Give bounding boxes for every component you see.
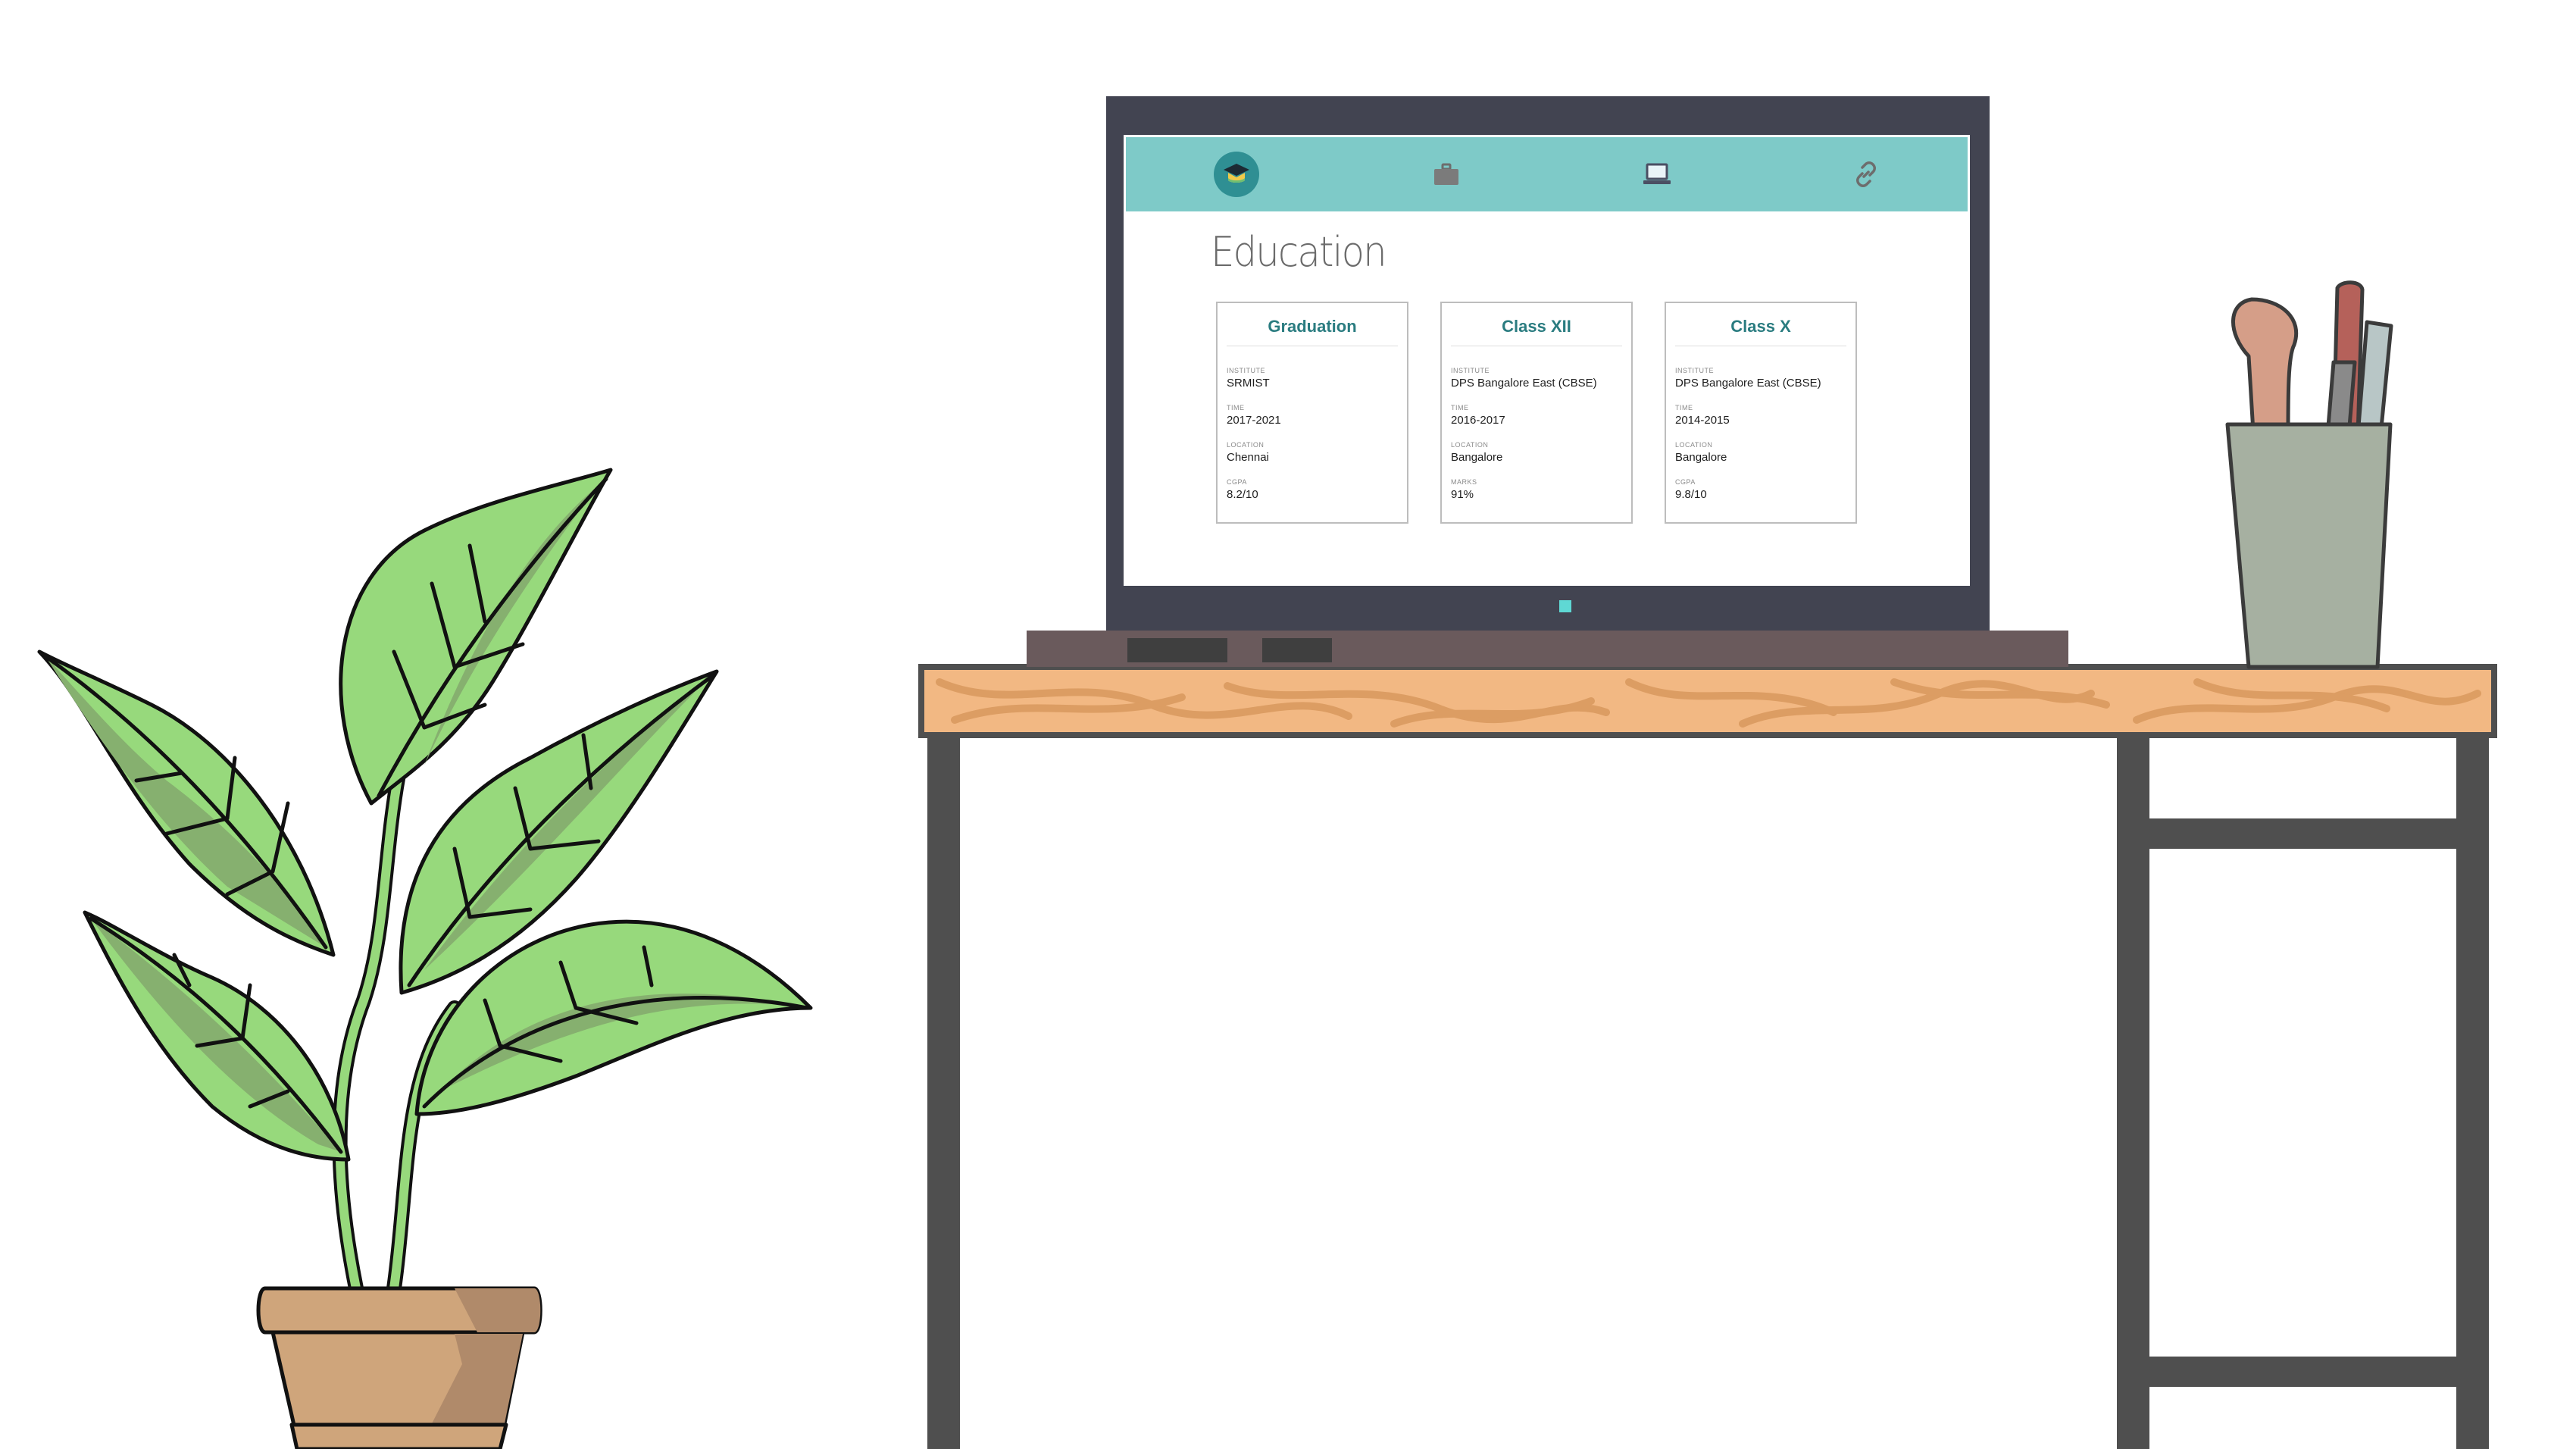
graduation-cap-icon <box>1224 164 1249 183</box>
field-institute: INSTITUTE DPS Bangalore East (CBSE) <box>1675 367 1821 390</box>
field-score: CGPA 9.8/10 <box>1675 478 1707 501</box>
nav-item-links[interactable] <box>1843 152 1889 197</box>
field-time: TIME 2016-2017 <box>1451 404 1505 427</box>
link-icon <box>1856 161 1876 187</box>
card-title: Class XII <box>1502 317 1571 336</box>
briefcase-icon <box>1434 163 1458 185</box>
field-time: TIME 2014-2015 <box>1675 404 1730 427</box>
nav-item-experience[interactable] <box>1424 152 1469 197</box>
field-time: TIME 2017-2021 <box>1227 404 1281 427</box>
field-location: LOCATION Bangalore <box>1675 441 1727 464</box>
pen-cup <box>2225 280 2393 669</box>
laptop-screen: Education Graduation INSTITUTE SRMIST TI… <box>1126 137 1968 584</box>
card-title: Class X <box>1730 317 1791 336</box>
nav-item-education[interactable] <box>1214 152 1259 197</box>
laptop-icon <box>1643 163 1671 184</box>
field-institute: INSTITUTE DPS Bangalore East (CBSE) <box>1451 367 1597 390</box>
education-card-class-x: Class X INSTITUTE DPS Bangalore East (CB… <box>1665 302 1857 524</box>
power-led <box>1559 600 1571 612</box>
card-title: Graduation <box>1268 317 1357 336</box>
field-score: MARKS 91% <box>1451 478 1477 501</box>
field-score: CGPA 8.2/10 <box>1227 478 1258 501</box>
nav-item-projects[interactable] <box>1634 152 1680 197</box>
field-location: LOCATION Chennai <box>1227 441 1269 464</box>
top-nav-bar <box>1126 137 1968 211</box>
section-title: Education <box>1211 228 1387 276</box>
field-institute: INSTITUTE SRMIST <box>1227 367 1270 390</box>
education-card-graduation: Graduation INSTITUTE SRMIST TIME 2017-20… <box>1216 302 1408 524</box>
education-card-class-xii: Class XII INSTITUTE DPS Bangalore East (… <box>1440 302 1633 524</box>
potted-plant <box>37 468 813 1449</box>
desk <box>918 664 2497 1449</box>
field-location: LOCATION Bangalore <box>1451 441 1503 464</box>
